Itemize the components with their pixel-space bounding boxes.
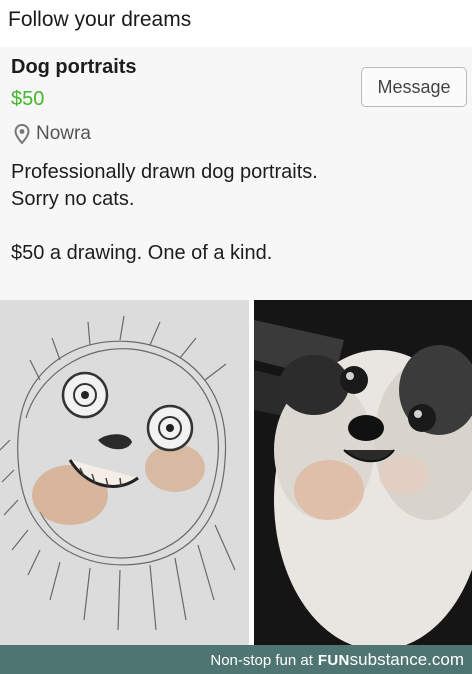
- dog-drawing-image[interactable]: [0, 300, 249, 645]
- dog-photo-image[interactable]: [254, 300, 472, 645]
- message-button[interactable]: Message: [361, 67, 467, 107]
- location-pin-icon: [14, 123, 30, 145]
- site-footer: Non-stop fun at FUN substance.com: [0, 645, 472, 674]
- location-text: Nowra: [36, 123, 91, 144]
- meme-caption: Follow your dreams: [8, 8, 192, 31]
- listing-title[interactable]: Dog portraits: [11, 56, 137, 79]
- description-line: Professionally drawn dog portraits.: [11, 161, 318, 183]
- listing-location: Nowra: [14, 123, 91, 145]
- marketplace-listing: Dog portraits $50 Nowra Message Professi…: [0, 47, 472, 300]
- listing-price: $50: [11, 88, 45, 110]
- footer-tagline: Non-stop fun at: [210, 652, 313, 669]
- description-line: $50 a drawing. One of a kind.: [11, 242, 273, 264]
- description-line: Sorry no cats.: [11, 188, 135, 210]
- brand-fun[interactable]: FUN: [318, 652, 350, 669]
- brand-substance[interactable]: substance.com: [350, 650, 464, 670]
- listing-description: Professionally drawn dog portraits. Sorr…: [11, 159, 451, 267]
- footer-attribution: Non-stop fun at FUN substance.com: [210, 650, 464, 670]
- listing-images: [0, 300, 472, 645]
